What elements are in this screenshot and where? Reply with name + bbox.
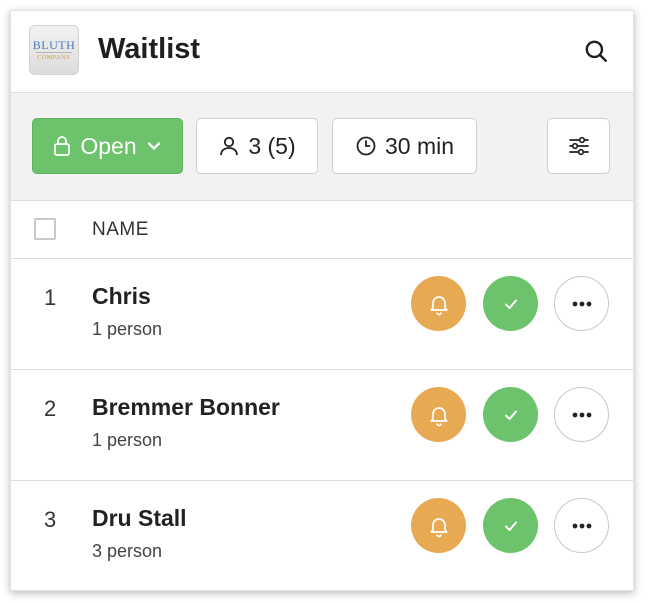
more-options-button[interactable] (554, 387, 609, 442)
select-all-checkbox[interactable] (34, 218, 56, 240)
company-logo: BLUTH COMPANY (29, 25, 79, 75)
lock-icon (54, 136, 71, 156)
guest-count-button[interactable]: 3 (5) (196, 118, 318, 174)
logo-text-top: BLUTH (32, 37, 76, 52)
party-name: Bremmer Bonner (92, 394, 280, 420)
person-icon (220, 136, 239, 156)
guest-count-label: 3 (5) (248, 132, 296, 159)
row-index: 1 (44, 285, 57, 310)
more-options-button[interactable] (554, 498, 609, 553)
page-title: Waitlist (98, 33, 201, 65)
table-row[interactable]: 3 Dru Stall 3 person (11, 481, 633, 590)
seat-button[interactable] (483, 387, 538, 442)
status-dropdown-button[interactable]: Open (32, 118, 183, 174)
status-label: Open (80, 132, 137, 159)
party-name: Chris (92, 283, 151, 309)
checkmark-icon (504, 299, 517, 309)
party-size: 3 person (92, 541, 163, 561)
header: BLUTH COMPANY Waitlist (11, 11, 633, 93)
column-header-name: NAME (92, 219, 149, 240)
search-icon (585, 40, 607, 62)
table-row[interactable]: 2 Bremmer Bonner 1 person (11, 370, 633, 481)
bell-icon (429, 517, 448, 537)
table-header: NAME (11, 201, 633, 259)
more-options-button[interactable] (554, 276, 609, 331)
ellipsis-icon (572, 523, 591, 528)
row-index: 3 (44, 507, 57, 532)
wait-time-label: 30 min (384, 132, 455, 159)
party-size: 1 person (92, 430, 163, 450)
seat-button[interactable] (483, 276, 538, 331)
chevron-down-icon (147, 142, 160, 150)
waitlist-panel: BLUTH COMPANY Waitlist Open 3 (5) 30 min… (10, 10, 634, 591)
notify-button[interactable] (411, 498, 466, 553)
table-row[interactable]: 1 Chris 1 person (11, 259, 633, 370)
party-size: 1 person (92, 319, 163, 339)
toolbar: Open 3 (5) 30 min (11, 93, 633, 201)
ellipsis-icon (572, 301, 591, 306)
clock-icon (356, 136, 376, 156)
row-index: 2 (44, 396, 57, 421)
sliders-icon (568, 136, 589, 156)
notify-button[interactable] (411, 276, 466, 331)
notify-button[interactable] (411, 387, 466, 442)
party-name: Dru Stall (92, 505, 187, 531)
bell-icon (429, 295, 448, 315)
wait-time-button[interactable]: 30 min (332, 118, 477, 174)
waitlist-rows: 1 Chris 1 person 2 Bremmer Bonner 1 pers… (11, 259, 633, 590)
checkmark-icon (504, 521, 517, 531)
filter-settings-button[interactable] (547, 118, 610, 174)
logo-divider (36, 51, 72, 53)
ellipsis-icon (572, 412, 591, 417)
logo-text-bottom: COMPANY (37, 54, 71, 61)
bell-icon (429, 406, 448, 426)
checkmark-icon (504, 410, 517, 420)
search-button[interactable] (581, 36, 611, 66)
seat-button[interactable] (483, 498, 538, 553)
